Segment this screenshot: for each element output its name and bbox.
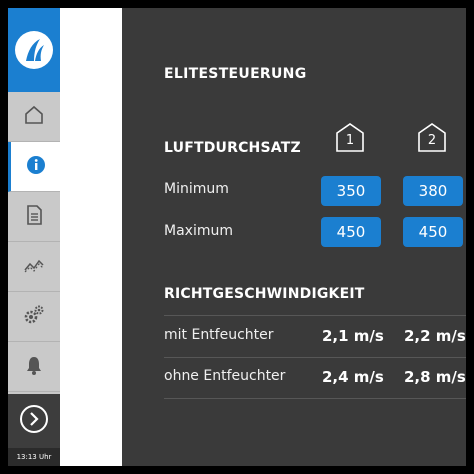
- next-button[interactable]: [8, 394, 60, 448]
- brand-logo: [8, 8, 60, 92]
- info-icon: [26, 155, 46, 179]
- sidebar-item-alarms[interactable]: [8, 342, 60, 392]
- zone-1-velocity-without: 2,4 m/s: [322, 368, 384, 386]
- zone-1-velocity-with: 2,1 m/s: [322, 327, 384, 345]
- bell-icon: [24, 354, 44, 380]
- sidebar-item-documents[interactable]: [8, 192, 60, 242]
- zone-1-minimum-button[interactable]: 350: [321, 176, 381, 206]
- zone-1-header: 1: [335, 122, 365, 152]
- velocity-heading: RICHTGESCHWINDIGKEIT: [164, 286, 365, 302]
- divider: [164, 398, 466, 399]
- maximum-label: Maximum: [164, 223, 233, 239]
- zone-2-velocity-without: 2,8 m/s: [404, 368, 466, 386]
- zone-2-maximum-button[interactable]: 450: [403, 217, 463, 247]
- document-icon: [24, 204, 44, 230]
- content-separator: [60, 8, 122, 466]
- logo-icon: [15, 31, 53, 69]
- zone-2-minimum-button[interactable]: 380: [403, 176, 463, 206]
- divider: [164, 315, 466, 316]
- divider: [164, 357, 466, 358]
- without-dehumidifier-label: ohne Entfeuchter: [164, 368, 286, 384]
- clock-time: 13:13 Uhr: [8, 448, 60, 466]
- sidebar-item-statistics[interactable]: [8, 242, 60, 292]
- chevron-right-circle-icon: [19, 404, 49, 438]
- sidebar-item-info[interactable]: [8, 142, 60, 192]
- home-icon: [23, 104, 45, 130]
- zone-1-number: 1: [345, 133, 355, 148]
- settings-gears-icon: [23, 304, 45, 330]
- trend-chart-icon: [23, 256, 45, 278]
- zone-2-number: 2: [427, 133, 437, 148]
- minimum-label: Minimum: [164, 181, 229, 197]
- zone-1-maximum-button[interactable]: 450: [321, 217, 381, 247]
- sidebar: 13:13 Uhr: [8, 8, 60, 466]
- zone-2-velocity-with: 2,2 m/s: [404, 327, 466, 345]
- page-title: ELITESTEUERUNG: [164, 66, 307, 82]
- app-window: 13:13 Uhr ELITESTEUERUNG LUFTDURCHSATZ 1…: [8, 8, 466, 466]
- airflow-heading: LUFTDURCHSATZ: [164, 140, 301, 156]
- sidebar-item-settings[interactable]: [8, 292, 60, 342]
- zone-2-header: 2: [417, 122, 447, 152]
- main-panel: ELITESTEUERUNG LUFTDURCHSATZ 1 2 Minimum…: [122, 8, 466, 466]
- sidebar-item-home[interactable]: [8, 92, 60, 142]
- with-dehumidifier-label: mit Entfeuchter: [164, 327, 274, 343]
